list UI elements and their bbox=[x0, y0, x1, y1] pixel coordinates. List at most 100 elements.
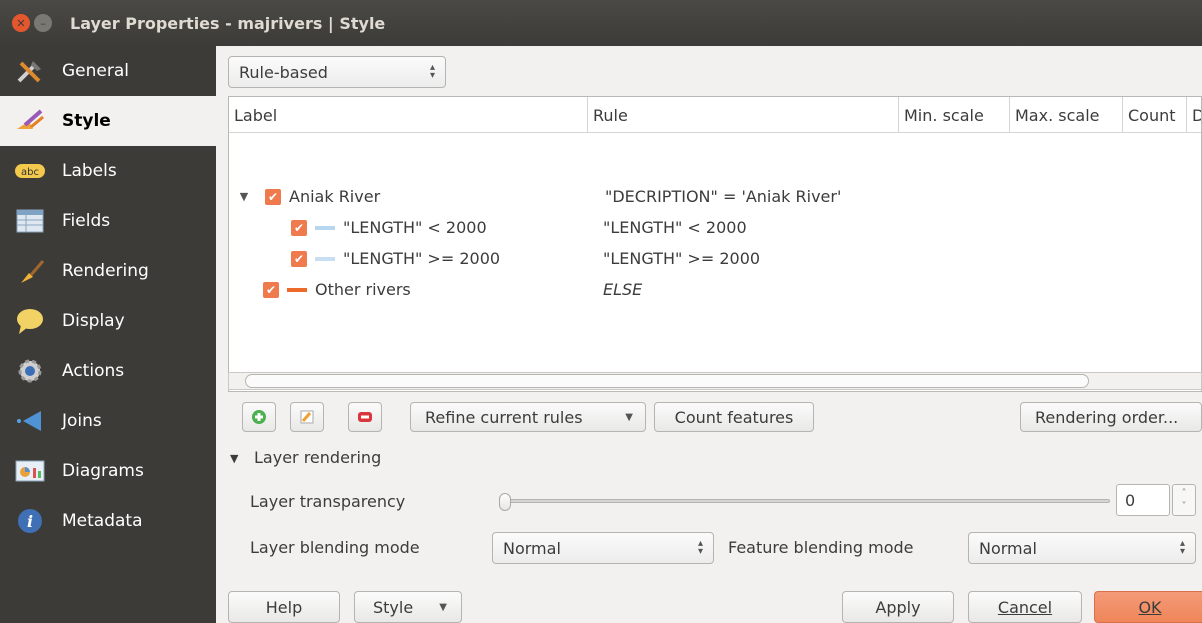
rule-label: Other rivers bbox=[315, 280, 411, 299]
style-panel: Rule-based ▴ ▾ Label Rule Min. scale Max.… bbox=[216, 46, 1202, 623]
brush-icon bbox=[12, 256, 48, 286]
sidebar-item-label: Rendering bbox=[62, 261, 149, 281]
rule-expression: "DECRIPTION" = 'Aniak River' bbox=[605, 187, 842, 206]
sidebar-item-label: Display bbox=[62, 311, 125, 331]
collapse-arrow-icon[interactable]: ▼ bbox=[229, 190, 259, 203]
sidebar-item-joins[interactable]: Joins bbox=[0, 396, 216, 446]
sidebar: General Style abc Labels Fields Renderin… bbox=[0, 46, 216, 623]
column-header-min-scale[interactable]: Min. scale bbox=[899, 97, 1010, 133]
horizontal-scrollbar[interactable] bbox=[228, 372, 1202, 390]
remove-rule-button[interactable] bbox=[348, 402, 382, 432]
feature-blending-value: Normal bbox=[979, 538, 1037, 558]
transparency-value: 0 bbox=[1125, 490, 1136, 510]
column-header-rule[interactable]: Rule bbox=[588, 97, 899, 133]
style-menu-button[interactable]: Style ▼ bbox=[354, 591, 462, 623]
sidebar-item-label: General bbox=[62, 61, 129, 81]
style-menu-label: Style bbox=[373, 597, 414, 617]
renderer-type-value: Rule-based bbox=[239, 62, 328, 82]
rule-label: "LENGTH" < 2000 bbox=[343, 218, 487, 237]
symbol-swatch bbox=[287, 287, 307, 292]
transparency-slider-handle[interactable] bbox=[499, 493, 511, 511]
plus-icon bbox=[252, 410, 266, 424]
sidebar-item-display[interactable]: Display bbox=[0, 296, 216, 346]
sidebar-item-general[interactable]: General bbox=[0, 46, 216, 96]
layer-rendering-heading[interactable]: Layer rendering bbox=[254, 448, 381, 467]
spin-arrows-icon: ▴ ▾ bbox=[429, 62, 435, 81]
svg-text:i: i bbox=[27, 512, 33, 531]
gear-icon bbox=[12, 356, 48, 386]
rendering-order-button[interactable]: Rendering order... bbox=[1020, 402, 1202, 432]
transparency-spinbox[interactable]: 0 bbox=[1116, 484, 1170, 516]
apply-button[interactable]: Apply bbox=[842, 591, 954, 623]
rule-label: "LENGTH" >= 2000 bbox=[343, 249, 501, 268]
sidebar-item-actions[interactable]: Actions bbox=[0, 346, 216, 396]
tools-icon bbox=[12, 56, 48, 86]
sidebar-item-label: Style bbox=[62, 111, 111, 131]
symbol-swatch bbox=[315, 225, 335, 230]
add-rule-button[interactable] bbox=[242, 402, 276, 432]
sidebar-item-label: Fields bbox=[62, 211, 111, 231]
layer-blending-select[interactable]: Normal ▴ ▾ bbox=[492, 532, 714, 564]
sidebar-item-fields[interactable]: Fields bbox=[0, 196, 216, 246]
layer-blending-value: Normal bbox=[503, 538, 561, 558]
refine-rules-label: Refine current rules bbox=[425, 407, 583, 427]
rule-label: Aniak River bbox=[289, 187, 381, 206]
table-row[interactable]: ✔ "LENGTH" >= 2000 "LENGTH" >= 2000 bbox=[229, 243, 1201, 274]
column-header-label[interactable]: Label bbox=[229, 97, 588, 133]
svg-text:abc: abc bbox=[21, 167, 39, 178]
edit-pencil-icon bbox=[300, 410, 314, 424]
sidebar-item-label: Actions bbox=[62, 361, 125, 381]
column-header-max-scale[interactable]: Max. scale bbox=[1010, 97, 1123, 133]
rule-checkbox[interactable]: ✔ bbox=[291, 250, 307, 267]
dropdown-arrow-icon: ▼ bbox=[625, 411, 633, 423]
rule-expression: ELSE bbox=[603, 280, 643, 299]
sidebar-item-rendering[interactable]: Rendering bbox=[0, 246, 216, 296]
spin-arrows-icon[interactable]: ˄ ˅ bbox=[1172, 484, 1196, 516]
rule-checkbox[interactable]: ✔ bbox=[263, 281, 279, 298]
chart-icon bbox=[12, 456, 48, 486]
renderer-type-select[interactable]: Rule-based ▴ ▾ bbox=[228, 56, 446, 88]
cancel-button[interactable]: Cancel bbox=[968, 591, 1082, 623]
table-row[interactable]: ▼ ✔ Aniak River "DECRIPTION" = 'Aniak Ri… bbox=[229, 181, 1201, 212]
sidebar-item-metadata[interactable]: i Metadata bbox=[0, 496, 216, 546]
rule-checkbox[interactable]: ✔ bbox=[265, 188, 281, 205]
table-row[interactable]: ✔ Other rivers ELSE bbox=[229, 274, 1201, 305]
speech-bubble-icon bbox=[12, 306, 48, 336]
paintbrush-icon bbox=[12, 106, 48, 136]
minus-icon bbox=[358, 412, 372, 422]
title-bar: ✕ – Layer Properties - majrivers | Style bbox=[0, 0, 1202, 46]
table-row[interactable]: ✔ "LENGTH" < 2000 "LENGTH" < 2000 bbox=[229, 212, 1201, 243]
count-features-button[interactable]: Count features bbox=[654, 402, 814, 432]
rule-checkbox[interactable]: ✔ bbox=[291, 219, 307, 236]
column-header-count[interactable]: Count bbox=[1123, 97, 1187, 133]
feature-blending-label: Feature blending mode bbox=[728, 538, 914, 557]
column-header-d[interactable]: D bbox=[1187, 97, 1201, 133]
scrollbar-thumb[interactable] bbox=[245, 374, 1089, 388]
help-button[interactable]: Help bbox=[228, 591, 340, 623]
ok-button[interactable]: OK bbox=[1094, 591, 1202, 623]
rule-expression: "LENGTH" < 2000 bbox=[603, 218, 747, 237]
sidebar-item-labels[interactable]: abc Labels bbox=[0, 146, 216, 196]
close-window-button[interactable]: ✕ bbox=[12, 14, 30, 32]
feature-blending-select[interactable]: Normal ▴ ▾ bbox=[968, 532, 1196, 564]
window-title: Layer Properties - majrivers | Style bbox=[70, 13, 386, 33]
sidebar-item-label: Diagrams bbox=[62, 461, 144, 481]
minimize-window-button[interactable]: – bbox=[34, 14, 52, 32]
sidebar-item-label: Joins bbox=[62, 411, 102, 431]
table-icon bbox=[12, 206, 48, 236]
edit-rule-button[interactable] bbox=[290, 402, 324, 432]
layer-transparency-label: Layer transparency bbox=[250, 492, 406, 511]
refine-rules-dropdown[interactable]: Refine current rules ▼ bbox=[410, 402, 646, 432]
join-arrow-icon bbox=[12, 406, 48, 436]
sidebar-item-label: Labels bbox=[62, 161, 117, 181]
rule-expression: "LENGTH" >= 2000 bbox=[603, 249, 761, 268]
sidebar-item-style[interactable]: Style bbox=[0, 96, 216, 146]
dropdown-arrow-icon: ▼ bbox=[439, 601, 447, 613]
sidebar-item-diagrams[interactable]: Diagrams bbox=[0, 446, 216, 496]
spin-arrows-icon: ▴ ▾ bbox=[697, 538, 703, 557]
section-collapse-icon[interactable]: ▼ bbox=[230, 452, 238, 465]
symbol-swatch bbox=[315, 256, 335, 261]
abc-icon: abc bbox=[12, 156, 48, 186]
transparency-slider[interactable] bbox=[499, 493, 1110, 511]
rules-tree[interactable]: Label Rule Min. scale Max. scale Count D… bbox=[228, 96, 1202, 392]
